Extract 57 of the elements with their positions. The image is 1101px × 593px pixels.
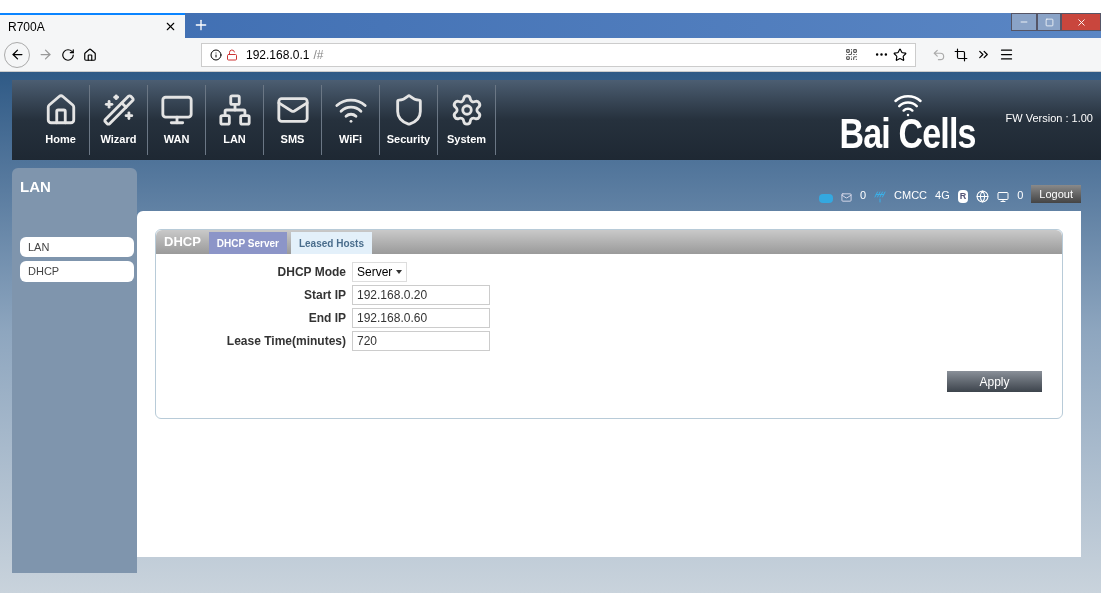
qr-code-icon[interactable] xyxy=(845,48,858,61)
caret-icon xyxy=(396,270,403,274)
bookmark-icon[interactable] xyxy=(893,47,907,62)
roaming-badge: R xyxy=(957,189,969,203)
antenna-icon xyxy=(874,191,887,203)
forward-icon[interactable] xyxy=(38,47,53,62)
new-tab-icon[interactable] xyxy=(193,17,209,33)
device-count: 0 xyxy=(1017,187,1024,203)
maximize-icon xyxy=(1044,17,1054,27)
operator-name: CMCC xyxy=(894,187,928,203)
info-icon xyxy=(210,48,222,61)
panel-tab[interactable]: Leased Hosts xyxy=(290,232,372,254)
nav-item[interactable]: Wizard xyxy=(90,85,148,155)
nav-item[interactable]: WiFi xyxy=(322,85,380,155)
nav-item[interactable]: Home xyxy=(32,85,90,155)
browser-tab[interactable]: R700A xyxy=(0,13,185,38)
input-field[interactable]: 192.168.0.60 xyxy=(352,308,490,328)
sidebar-item[interactable]: LAN xyxy=(20,236,134,257)
sidebar-title: LAN xyxy=(19,177,52,197)
sms-count: 0 xyxy=(859,187,867,203)
close-icon[interactable] xyxy=(164,20,177,33)
wand-icon xyxy=(101,92,136,127)
nav-item[interactable]: LAN xyxy=(206,85,264,155)
field-label: Lease Time(minutes) xyxy=(225,333,346,350)
insecure-lock-icon xyxy=(226,48,238,61)
sim-icon xyxy=(818,194,833,203)
home-icon[interactable] xyxy=(83,47,97,62)
envelope-icon xyxy=(840,192,852,203)
firmware-version: FW Version : 1.00 xyxy=(1005,111,1093,126)
input-field[interactable]: 720 xyxy=(352,331,490,351)
crop-icon[interactable] xyxy=(954,47,968,62)
card-title: DHCP xyxy=(164,233,201,252)
field-label: DHCP Mode xyxy=(276,264,346,281)
nav-item[interactable]: SMS xyxy=(264,85,322,155)
mode-select[interactable]: Server xyxy=(352,262,408,282)
network-type: 4G xyxy=(935,187,950,203)
nav-item[interactable]: WAN xyxy=(148,85,206,155)
sidebar-item[interactable]: DHCP xyxy=(20,261,134,282)
close-icon xyxy=(1075,16,1087,28)
url-path: /# xyxy=(313,46,324,64)
reload-icon[interactable] xyxy=(61,47,75,62)
nav-item[interactable]: System xyxy=(438,85,496,155)
monitor-icon xyxy=(997,191,1010,203)
nav-item[interactable]: Security xyxy=(380,85,438,155)
apply-button[interactable]: Apply xyxy=(947,371,1042,392)
maximize-button[interactable] xyxy=(1037,13,1061,31)
menu-icon[interactable] xyxy=(999,47,1014,62)
input-field[interactable]: 192.168.0.20 xyxy=(352,285,490,305)
globe-icon xyxy=(976,190,990,203)
field-label: End IP xyxy=(307,310,346,327)
url-host: 192.168.0.1 xyxy=(246,46,310,64)
minimize-button[interactable] xyxy=(1011,13,1037,31)
field-label: Start IP xyxy=(303,287,346,304)
logo: Bai Cells xyxy=(839,90,976,150)
network-icon xyxy=(217,92,252,127)
logout-button[interactable]: Logout xyxy=(1031,184,1081,203)
address-bar[interactable]: 192.168.0.1 /# xyxy=(201,42,916,67)
